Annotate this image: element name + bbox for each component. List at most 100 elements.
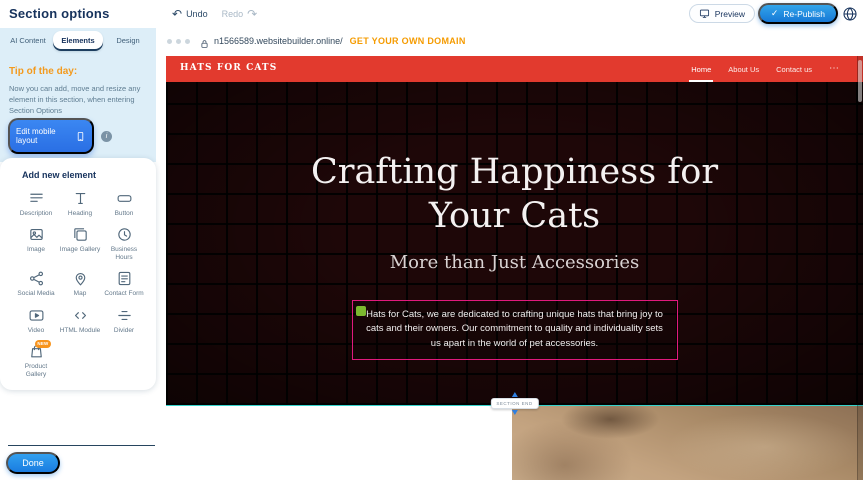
section-resize-handle[interactable]: SECTION END (490, 392, 538, 415)
window-dot-icon (167, 39, 172, 44)
cat-photo (512, 406, 863, 480)
nav-about-us[interactable]: About Us (728, 65, 759, 74)
image-gallery-icon (72, 226, 89, 243)
element-label: Product Gallery (15, 363, 57, 379)
tab-design[interactable]: Design (103, 31, 153, 51)
heading-icon (72, 190, 89, 207)
element-label: Video (28, 327, 45, 335)
page-title: Section options (9, 6, 110, 21)
top-toolbar: Section options ↶ Undo Redo ↷ Preview ✓ … (0, 0, 863, 28)
scrollbar-track[interactable] (857, 56, 863, 480)
undo-redo-group: ↶ Undo Redo ↷ (172, 0, 257, 28)
social-media-icon (28, 270, 45, 287)
element-label: Image (27, 246, 45, 254)
preview-button[interactable]: Preview (689, 4, 755, 23)
element-tile-image[interactable]: Image (14, 221, 58, 265)
undo-label: Undo (186, 9, 208, 19)
sidebar-divider (8, 445, 155, 446)
site-nav: Home About Us Contact us ⋯ (691, 56, 839, 82)
site-header: HATS FOR CATS Home About Us Contact us ⋯ (166, 56, 863, 82)
element-tile-button[interactable]: Button (102, 185, 146, 221)
selected-text-element[interactable]: Hats for Cats, we are dedicated to craft… (352, 300, 678, 360)
undo-icon: ↶ (172, 8, 182, 20)
resize-arrow-down-icon (511, 410, 517, 415)
hero-section[interactable]: Crafting Happiness for Your Cats More th… (166, 82, 863, 405)
preview-label: Preview (715, 9, 745, 19)
element-label: Divider (114, 327, 134, 335)
app-window: Section options ↶ Undo Redo ↷ Preview ✓ … (0, 0, 863, 480)
business-hours-icon (116, 226, 133, 243)
section-end-label: SECTION END (490, 398, 538, 409)
button-icon (116, 190, 133, 207)
mobile-phone-icon (75, 129, 86, 144)
element-tile-social-media[interactable]: Social Media (14, 265, 58, 301)
element-tile-divider[interactable]: Divider (102, 302, 146, 338)
hero-subtitle[interactable]: More than Just Accessories (166, 252, 863, 273)
next-section (166, 406, 863, 480)
text-lines-icon (28, 190, 45, 207)
edit-mobile-layout-button[interactable]: Edit mobile layout (8, 118, 94, 154)
map-pin-icon (72, 270, 89, 287)
element-tile-image-gallery[interactable]: Image Gallery (58, 221, 102, 265)
check-icon: ✓ (771, 8, 779, 19)
element-label: Contact Form (104, 290, 143, 298)
site-preview: HATS FOR CATS Home About Us Contact us ⋯… (166, 56, 863, 480)
info-icon[interactable]: i (101, 131, 112, 142)
tip-of-the-day-heading: Tip of the day: (9, 66, 77, 77)
done-button[interactable]: Done (6, 452, 60, 474)
element-label: Heading (68, 210, 92, 218)
republish-button[interactable]: ✓ Re-Publish (758, 3, 838, 24)
undo-button[interactable]: ↶ Undo (172, 8, 208, 20)
lock-icon (200, 36, 209, 46)
hero-title-line-2: Your Cats (166, 194, 863, 238)
element-tile-video[interactable]: Video (14, 302, 58, 338)
redo-icon: ↷ (247, 8, 257, 20)
element-tile-product-gallery[interactable]: NEW Product Gallery (14, 338, 58, 382)
resize-arrow-up-icon (511, 392, 517, 397)
hero-paragraph: Hats for Cats, we are dedicated to craft… (366, 309, 663, 349)
monitor-icon (699, 8, 710, 19)
add-element-heading: Add new element (0, 158, 156, 183)
site-url: n1566589.websitebuilder.online/ (214, 36, 343, 46)
get-own-domain-link[interactable]: GET YOUR OWN DOMAIN (350, 36, 466, 46)
republish-label: Re-Publish (783, 9, 825, 19)
site-logo[interactable]: HATS FOR CATS (180, 63, 277, 73)
element-tile-contact-form[interactable]: Contact Form (102, 265, 146, 301)
sidebar: AI Content Elements Design Tip of the da… (0, 28, 156, 480)
nav-contact-us[interactable]: Contact us (776, 65, 812, 74)
element-label: Map (74, 290, 87, 298)
nav-home[interactable]: Home (691, 65, 711, 74)
edit-mobile-row: Edit mobile layout i (8, 118, 112, 154)
element-tile-business-hours[interactable]: Business Hours (102, 221, 146, 265)
language-globe-button[interactable] (842, 6, 858, 22)
tab-ai-content[interactable]: AI Content (3, 31, 53, 51)
hero-title[interactable]: Crafting Happiness for Your Cats (166, 82, 863, 238)
html-module-icon (72, 307, 89, 324)
globe-icon (842, 6, 858, 22)
tab-elements[interactable]: Elements (53, 31, 103, 51)
element-label: Description (20, 210, 53, 218)
element-drag-handle-icon[interactable] (356, 306, 366, 316)
element-tile-heading[interactable]: Heading (58, 185, 102, 221)
element-grid: Description Heading Button Image Image G… (0, 183, 156, 382)
element-label: Business Hours (103, 246, 145, 262)
element-tile-html-module[interactable]: HTML Module (58, 302, 102, 338)
tip-of-the-day-body: Now you can add, move and resize any ele… (9, 84, 149, 117)
hero-title-line-1: Crafting Happiness for (166, 150, 863, 194)
divider-icon (116, 307, 133, 324)
edit-mobile-label: Edit mobile layout (16, 127, 69, 145)
element-tile-description[interactable]: Description (14, 185, 58, 221)
redo-label: Redo (222, 9, 244, 19)
scrollbar-thumb[interactable] (858, 60, 862, 102)
image-icon (28, 226, 45, 243)
browser-url-bar: n1566589.websitebuilder.online/ GET YOUR… (167, 33, 466, 49)
element-label: HTML Module (60, 327, 101, 335)
element-tile-map[interactable]: Map (58, 265, 102, 301)
add-element-panel: Add new element Description Heading Butt… (0, 158, 156, 390)
redo-button[interactable]: Redo ↷ (222, 8, 258, 20)
new-badge: NEW (35, 340, 51, 348)
window-dot-icon (176, 39, 181, 44)
sidebar-tabs: AI Content Elements Design (3, 31, 153, 51)
element-label: Image Gallery (60, 246, 100, 254)
contact-form-icon (116, 270, 133, 287)
